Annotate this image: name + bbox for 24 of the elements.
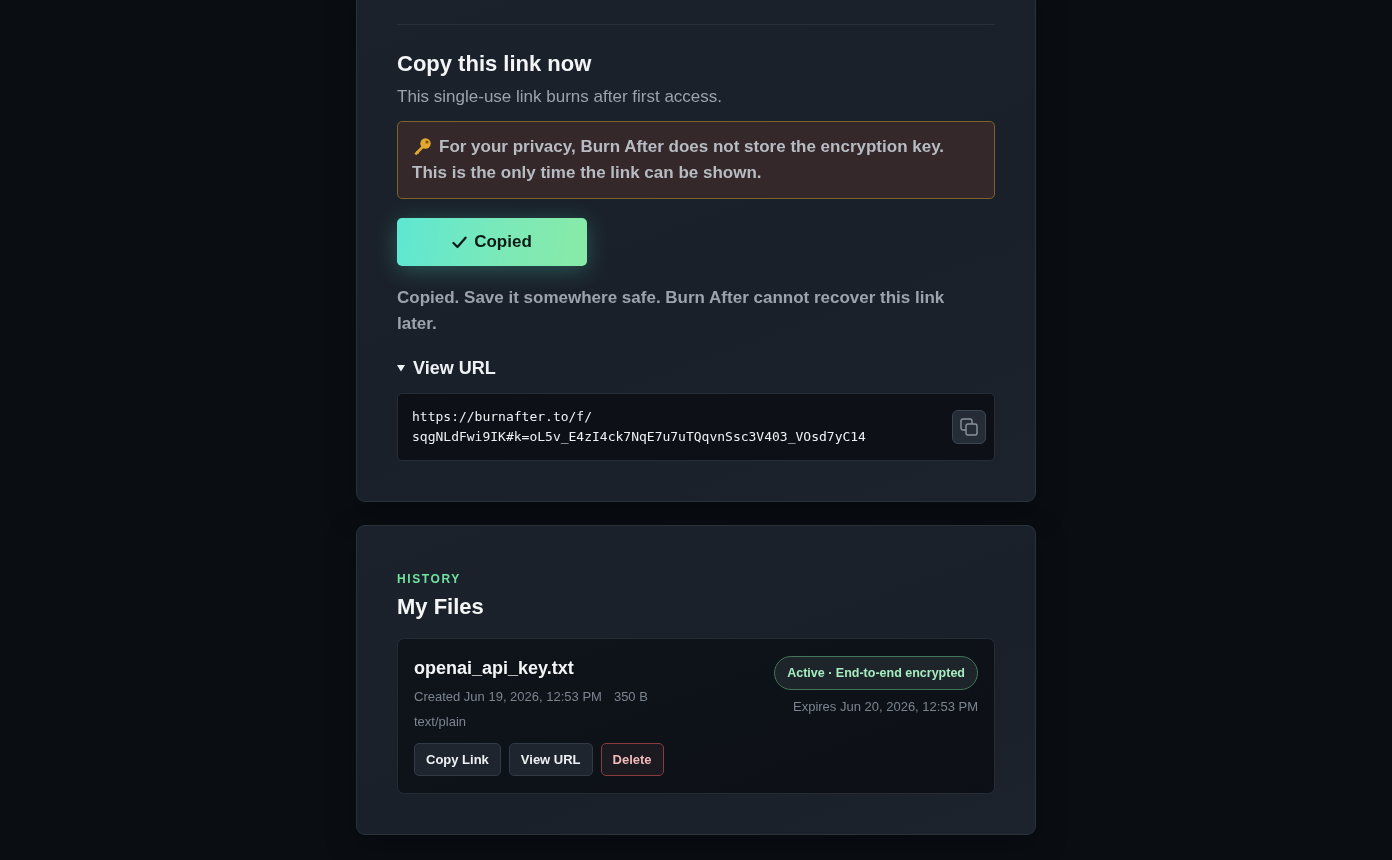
action-button[interactable]: Copy Link [414, 743, 501, 776]
view-url-toggle[interactable]: View URL [397, 356, 496, 380]
confirmation-text: Copied. Save it somewhere safe. Burn After cannot recover this link later. [397, 287, 946, 335]
check-icon [452, 235, 468, 249]
warning-text: This is the only time the link can be shown. [412, 162, 762, 184]
key-icon [412, 137, 432, 157]
copied-button[interactable]: Copied [397, 218, 587, 266]
url-text: https://burnafter.to/f/sqgNLdFwi9IK#k=oL5v_E4zI4ck7NqE7u7uTQqvnSsc3V403_VOsd7yC14 [412, 408, 867, 446]
status-badge: Active · End-to-end encrypted [774, 656, 978, 690]
expiry-date: Expires Jun 20, 2026, 12:53 PM [793, 698, 978, 716]
created-date: Created Jun 19, 2026, 12:53 PM [414, 688, 602, 706]
action-button[interactable]: View URL [508, 743, 593, 776]
file-size: 350 B [613, 688, 648, 706]
section-heading: Copy this link now [397, 50, 592, 78]
subtitle-text: This single-use link burns after first access. [397, 86, 722, 108]
caret-icon [397, 364, 405, 372]
copy-icon [960, 418, 978, 436]
delete-button[interactable]: Delete [600, 743, 664, 776]
section-heading: My Files [397, 593, 484, 621]
section-label: HISTORY [397, 571, 461, 588]
copy-url-button[interactable] [952, 410, 986, 444]
file-type: text/plain [414, 713, 467, 731]
file-name: openai_api_key.txt [414, 657, 574, 680]
warning-text: For your privacy, Burn After does not store the encryption key. [439, 136, 945, 158]
